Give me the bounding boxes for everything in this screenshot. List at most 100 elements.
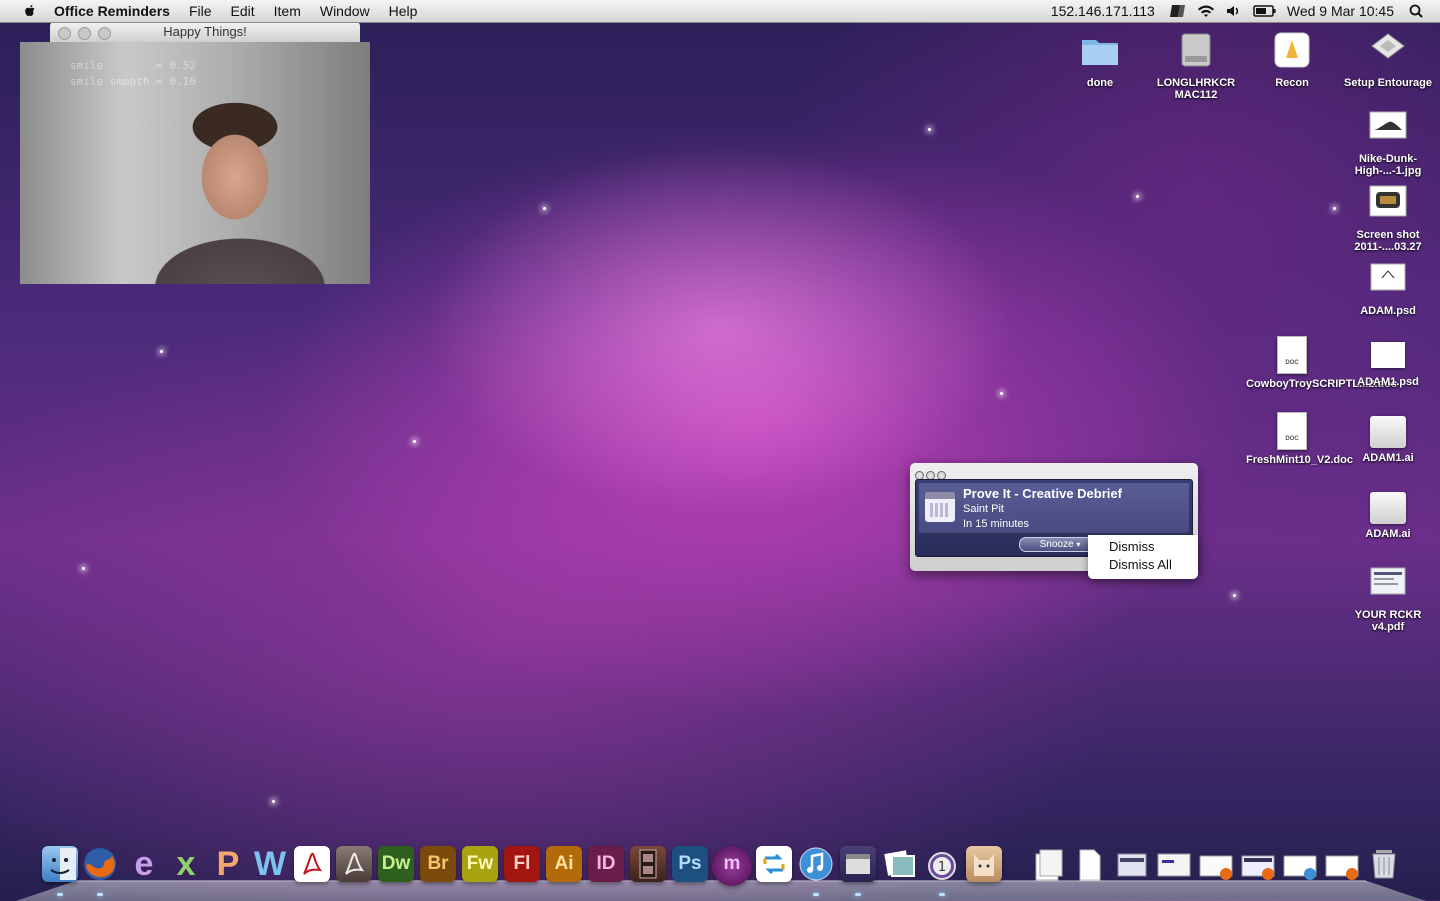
window-thumbnail-icon[interactable] <box>1240 846 1276 882</box>
smile-value: smile = 0.52 <box>70 59 196 72</box>
app-e-icon[interactable]: e <box>126 846 162 882</box>
dock-flash[interactable]: Fl <box>504 846 540 882</box>
star <box>272 800 275 803</box>
wifi-icon[interactable] <box>1197 4 1215 18</box>
desktop-icon-label: Screen shot 2011-....03.27 <box>1354 229 1422 253</box>
star <box>1233 594 1236 597</box>
alarm-clock-icon[interactable]: 1 <box>924 846 960 882</box>
running-indicator <box>939 893 945 896</box>
doc-badge: DOC <box>1285 360 1299 366</box>
close-icon[interactable] <box>58 27 71 40</box>
running-indicator <box>855 893 861 896</box>
acrobat-pro-icon <box>345 852 365 875</box>
dock-fireworks[interactable]: Fw <box>462 846 498 882</box>
star <box>160 350 163 353</box>
dismiss-menu-item[interactable]: Dismiss <box>1109 539 1155 554</box>
desktop-icon-done[interactable]: done <box>1054 30 1146 89</box>
menu-help[interactable]: Help <box>389 3 418 19</box>
star <box>1136 195 1139 198</box>
window-thumbnail-icon[interactable] <box>1324 846 1360 882</box>
dock-calendar[interactable] <box>840 846 876 882</box>
app-w-icon[interactable]: W <box>252 846 288 882</box>
happy-things-window[interactable]: Happy Things! smile = 0.52 smile smooth … <box>20 22 370 284</box>
desktop-icon-adam-ai[interactable]: ADAM.ai <box>1342 486 1434 540</box>
menu-extras: 152.146.171.113 Wed 9 Mar 10:45 <box>1051 0 1440 22</box>
desktop-icon-cowboytroy-doc[interactable]: DOC CowboyTroySCRIPTL...2.doc <box>1246 334 1397 390</box>
reminder-title: Prove It - Creative Debrief <box>963 486 1122 501</box>
doc-file-icon: DOC <box>1277 412 1307 450</box>
desktop-icon-freshmint-doc[interactable]: DOC FreshMint10_V2.doc <box>1246 410 1353 466</box>
desktop-icon-recon[interactable]: Recon <box>1246 30 1338 89</box>
dock-photoshop[interactable]: Ps <box>672 846 708 882</box>
calendar-icon <box>846 854 870 874</box>
folder-icon <box>1082 40 1118 65</box>
minimize-icon[interactable] <box>78 27 91 40</box>
star <box>543 207 546 210</box>
menu-app-name[interactable]: Office Reminders <box>54 3 170 19</box>
trash-icon[interactable] <box>1366 846 1402 882</box>
psd-file-icon <box>1370 263 1406 291</box>
document-icon[interactable] <box>1072 846 1108 882</box>
dock-bridge[interactable]: Br <box>420 846 456 882</box>
dock-film-app[interactable] <box>630 846 666 882</box>
battery-icon[interactable] <box>1253 4 1277 18</box>
reminder-time: In 15 minutes <box>963 518 1030 530</box>
menu-file[interactable]: File <box>189 3 212 19</box>
running-indicator <box>57 893 63 896</box>
dock-finder[interactable] <box>42 846 78 882</box>
desktop-icon-setup-entourage[interactable]: Setup Entourage <box>1342 30 1434 89</box>
dismiss-all-menu-item[interactable]: Dismiss All <box>1109 557 1172 572</box>
image-file-icon <box>1369 111 1407 139</box>
firefox-icon[interactable] <box>82 846 118 882</box>
dock-cat-app[interactable] <box>966 846 1002 882</box>
desktop-icon-nike-jpg[interactable]: Nike-Dunk-High-...-1.jpg <box>1342 106 1434 177</box>
psd-file-icon <box>1371 342 1405 368</box>
apple-icon[interactable] <box>20 3 40 19</box>
calendar-icon <box>925 492 955 522</box>
desktop-icon-adam-psd[interactable]: ADAM.psd <box>1342 258 1434 317</box>
star <box>1000 392 1003 395</box>
window-thumbnail-icon[interactable] <box>1282 846 1318 882</box>
window-titlebar[interactable]: Happy Things! <box>50 22 360 42</box>
zoom-icon[interactable] <box>98 27 111 40</box>
dock-sync-app[interactable] <box>756 846 792 882</box>
smile-smooth-value: smile smooth = 0.10 <box>70 75 196 88</box>
dock-dreamweaver[interactable]: Dw <box>378 846 414 882</box>
desktop-icon-your-rckr-pdf[interactable]: YOUR RCKR v4.pdf <box>1342 562 1434 633</box>
dock-acrobat-pro[interactable] <box>336 846 372 882</box>
desktop-icon-label: FreshMint10_V2.doc <box>1246 454 1353 466</box>
app-p-icon[interactable]: P <box>210 846 246 882</box>
desktop-icon-adam1-ai[interactable]: ADAM1.ai <box>1342 410 1434 464</box>
window-thumbnail-icon[interactable] <box>1114 846 1150 882</box>
menu-item[interactable]: Item <box>274 3 301 19</box>
stack-documents-icon[interactable] <box>1030 846 1066 882</box>
desktop-icon-label: Recon <box>1275 77 1309 89</box>
reminder-item[interactable]: Prove It - Creative Debrief Saint Pit In… <box>919 483 1189 533</box>
photos-icon[interactable] <box>882 846 918 882</box>
menu-edit[interactable]: Edit <box>231 3 255 19</box>
dock-illustrator[interactable]: Ai <box>546 846 582 882</box>
svg-text:1: 1 <box>938 860 946 875</box>
script-icon[interactable] <box>1169 4 1187 18</box>
finder-icon <box>50 848 76 880</box>
menu-clock[interactable]: Wed 9 Mar 10:45 <box>1287 3 1394 19</box>
window-thumbnail-icon[interactable] <box>1198 846 1234 882</box>
hard-drive-icon <box>1181 33 1211 67</box>
chevron-down-icon: ▾ <box>1076 540 1081 549</box>
desktop-icon-adam1-psd[interactable]: ADAM1.psd <box>1342 334 1434 388</box>
doc-file-icon: DOC <box>1277 336 1307 374</box>
volume-icon[interactable] <box>1225 4 1243 18</box>
spotlight-icon[interactable] <box>1408 4 1426 18</box>
dock-m-app[interactable]: m <box>712 846 752 886</box>
itunes-icon[interactable] <box>798 846 834 882</box>
window-thumbnail-icon[interactable] <box>1156 846 1192 882</box>
sync-icon <box>763 853 785 875</box>
running-indicator <box>97 893 103 896</box>
menu-window[interactable]: Window <box>320 3 370 19</box>
dock-indesign[interactable]: ID <box>588 846 624 882</box>
dock-acrobat[interactable] <box>294 846 330 882</box>
app-x-icon[interactable]: x <box>168 846 204 882</box>
desktop-icon-screenshot[interactable]: Screen shot 2011-....03.27 <box>1342 182 1434 253</box>
desktop-icon-hard-drive[interactable]: LONGLHRKCR MAC112 <box>1150 30 1242 101</box>
dismiss-menu: Dismiss Dismiss All <box>1088 535 1198 579</box>
